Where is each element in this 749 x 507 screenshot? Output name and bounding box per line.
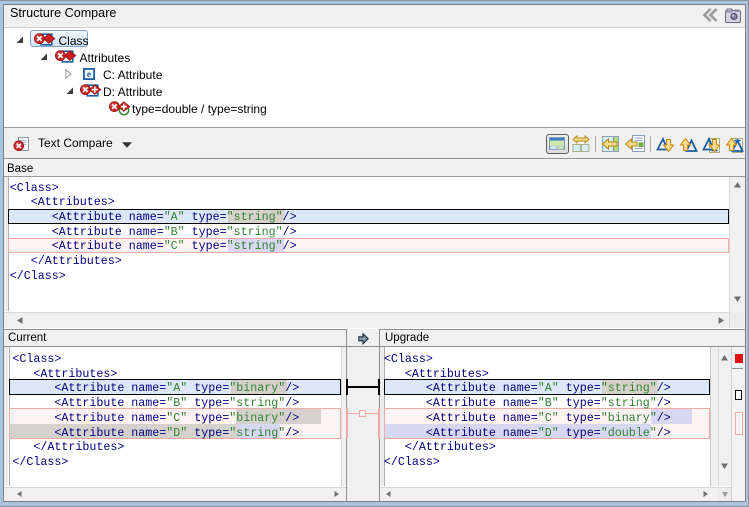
svg-text:e: e bbox=[86, 70, 90, 80]
